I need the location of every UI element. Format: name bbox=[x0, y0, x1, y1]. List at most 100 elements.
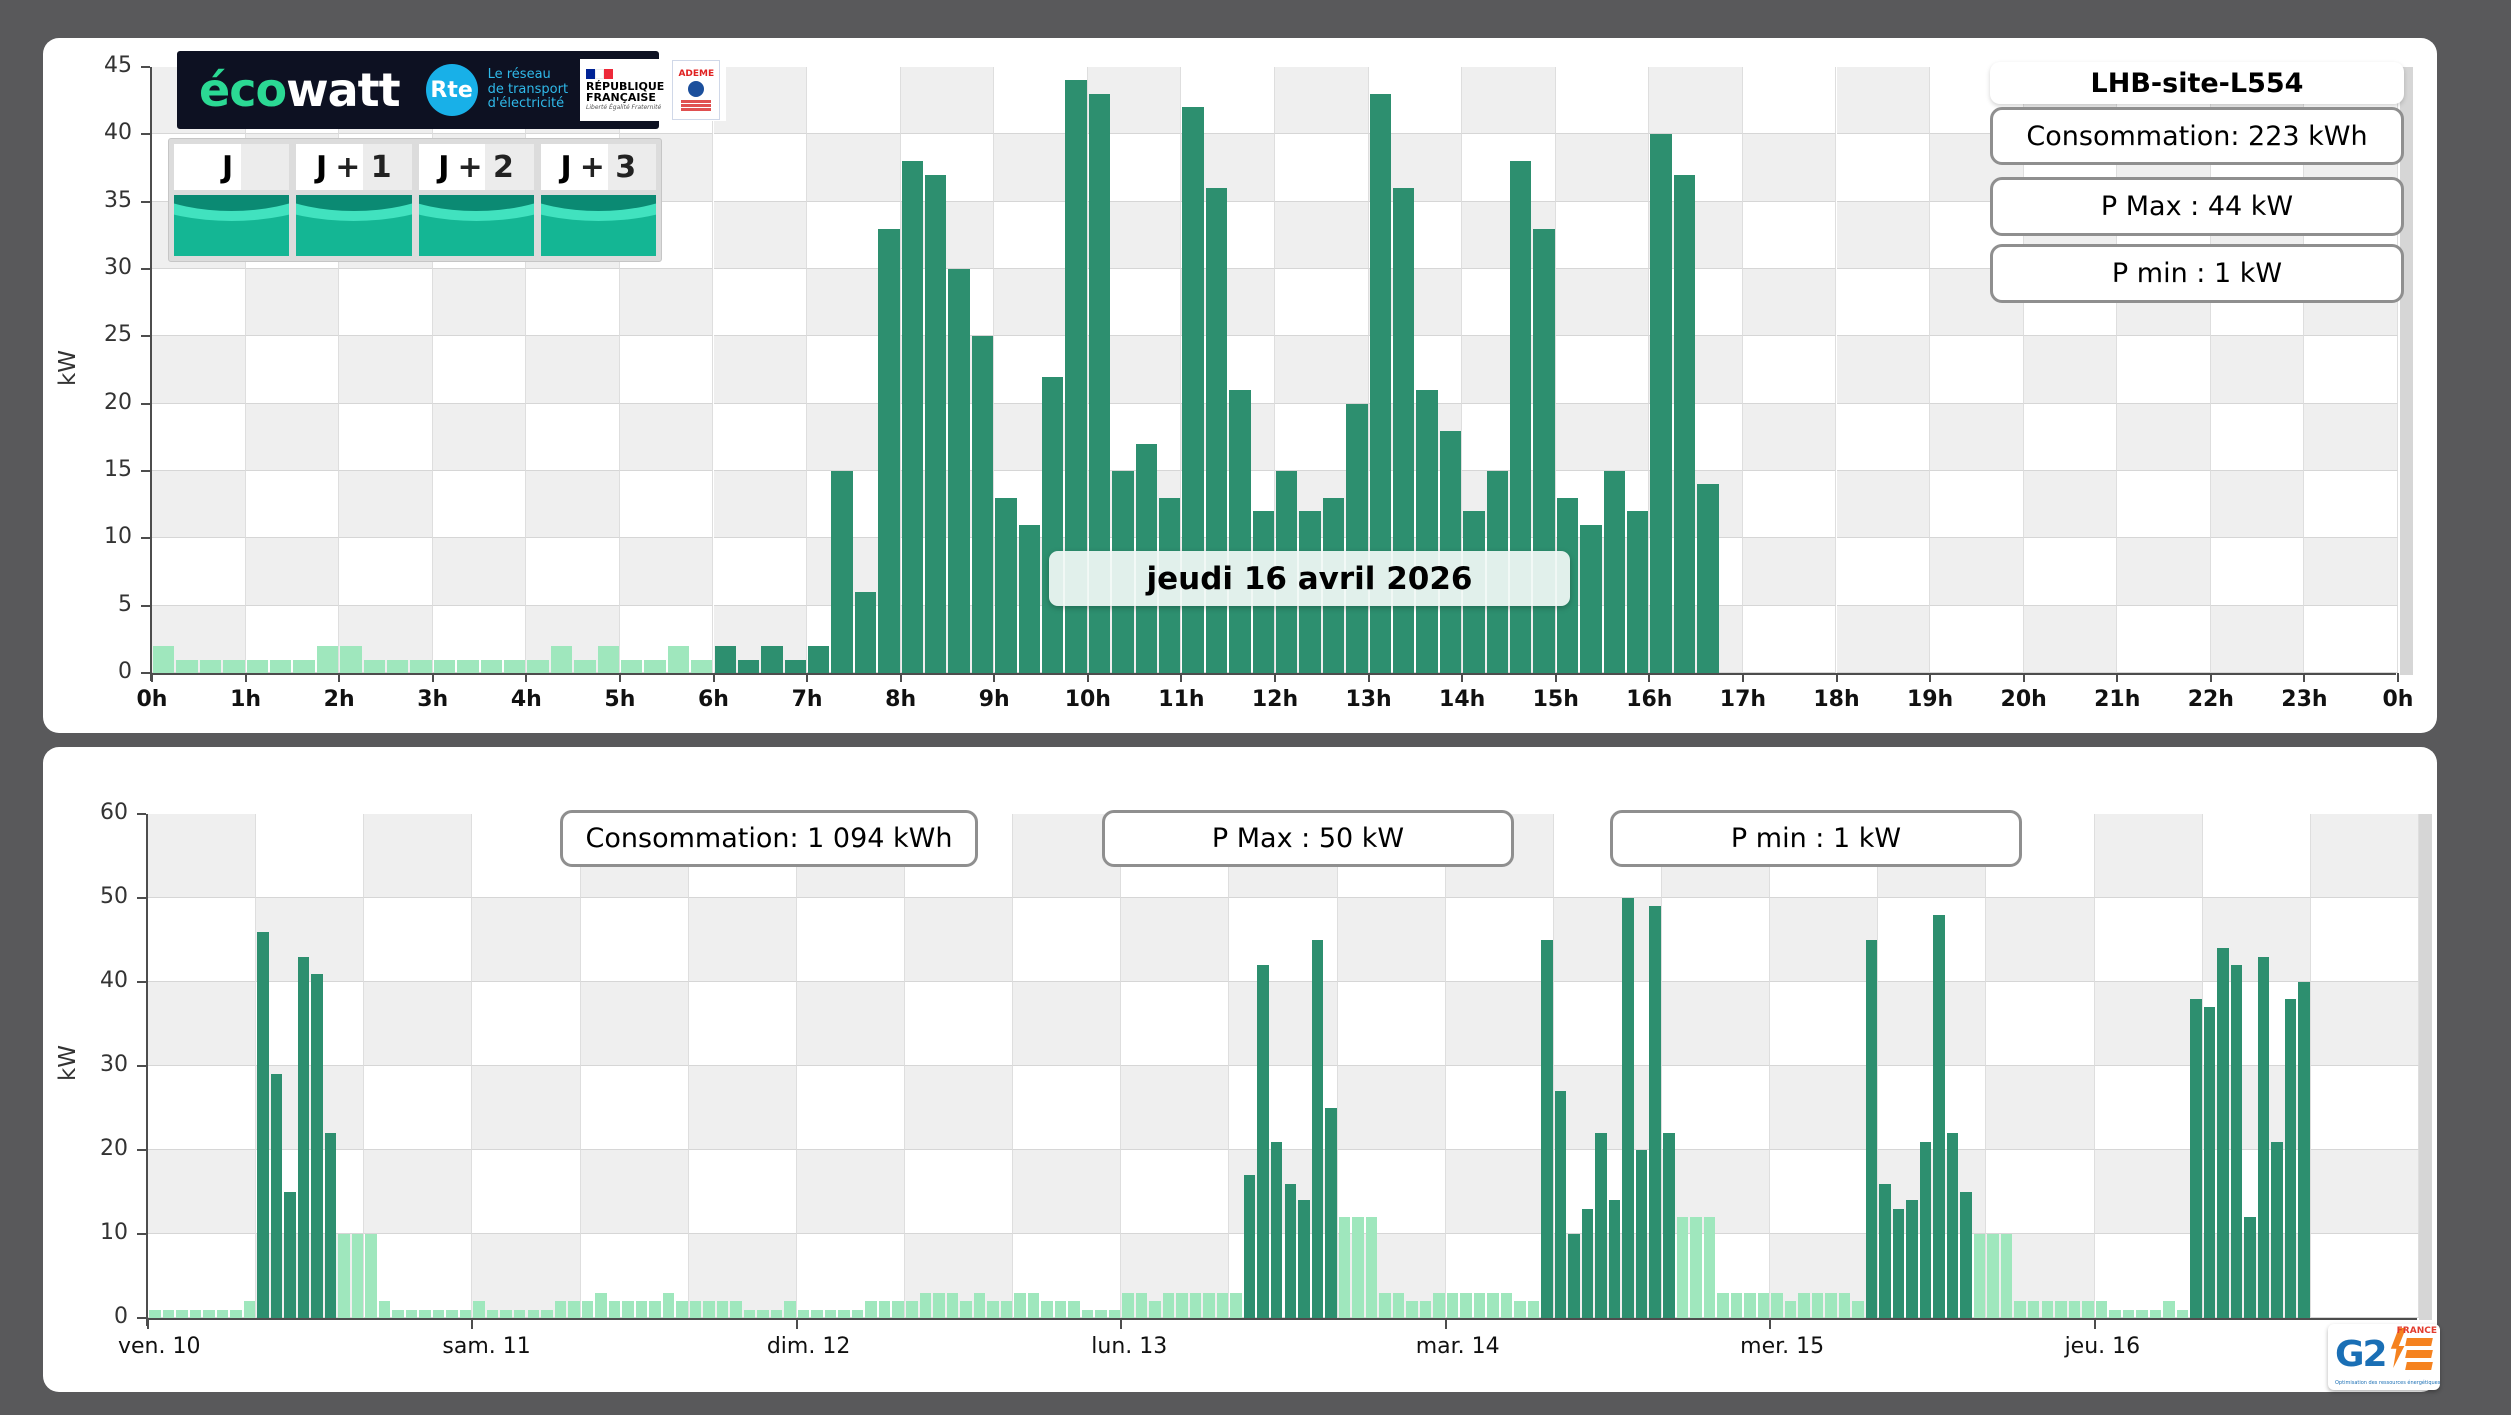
bar bbox=[1825, 1292, 1837, 1318]
bar bbox=[784, 1301, 796, 1318]
day-pmin-badge: P min : 1 kW bbox=[1990, 244, 2404, 303]
bar bbox=[1527, 1301, 1540, 1318]
bar bbox=[365, 1234, 377, 1318]
y-axis-tick bbox=[141, 672, 150, 674]
bar bbox=[500, 1309, 512, 1318]
grid-cell bbox=[1275, 67, 1369, 135]
grid-cell bbox=[2304, 403, 2398, 471]
bar bbox=[1879, 1183, 1891, 1318]
bar bbox=[162, 1309, 175, 1318]
bar bbox=[1581, 1208, 1594, 1318]
rte-logo: Rte bbox=[425, 64, 478, 116]
x-axis-tick bbox=[1769, 1318, 1772, 1329]
grid-cell bbox=[148, 1066, 257, 1150]
bar bbox=[1042, 376, 1064, 673]
grid-cell bbox=[1742, 605, 1837, 673]
grid-cell bbox=[339, 336, 433, 404]
grid-cell bbox=[1986, 898, 2095, 982]
forecast-j-label: J bbox=[560, 149, 572, 185]
forecast-plus-label: + 3 bbox=[579, 149, 637, 185]
ecowatt-banner: écowatt Rte Le réseau de transport d'éle… bbox=[177, 51, 727, 129]
grid-cell bbox=[1742, 538, 1837, 606]
grid-cell bbox=[1445, 982, 1554, 1066]
grid-cell bbox=[432, 403, 527, 471]
x-axis-tick bbox=[1835, 673, 1838, 682]
grid-cell bbox=[2310, 1234, 2419, 1318]
bar bbox=[1500, 1292, 1513, 1318]
grid-cell bbox=[1121, 1066, 1230, 1150]
bar bbox=[405, 1309, 418, 1318]
x-axis-tick bbox=[1929, 673, 1932, 682]
grid-cell bbox=[2094, 1150, 2203, 1234]
grid-cell bbox=[1553, 898, 1662, 982]
bar bbox=[1811, 1292, 1824, 1318]
x-tick-label: 3h bbox=[417, 687, 449, 712]
bar bbox=[293, 659, 315, 673]
grid-cell bbox=[1836, 403, 1931, 471]
bar bbox=[410, 659, 432, 673]
grid-cell bbox=[1121, 1150, 1230, 1234]
grid-cell bbox=[580, 982, 689, 1066]
grid-cell bbox=[1275, 269, 1369, 337]
grid-cell bbox=[796, 898, 905, 982]
grid-cell bbox=[1836, 269, 1931, 337]
bar bbox=[1284, 1183, 1297, 1318]
forecast-button-j3[interactable]: J + 3 bbox=[540, 144, 656, 256]
ademe-logo: ADEME bbox=[672, 60, 721, 120]
x-tick-label: 11h bbox=[1158, 687, 1205, 712]
bar bbox=[797, 1309, 810, 1318]
forecast-button-j1[interactable]: J + 1 bbox=[296, 144, 412, 256]
grid-cell bbox=[1742, 67, 1837, 135]
bar bbox=[1176, 1292, 1188, 1318]
bar bbox=[1568, 1234, 1580, 1318]
forecast-button-j2[interactable]: J + 2 bbox=[418, 144, 534, 256]
bar bbox=[597, 646, 619, 673]
bar bbox=[1838, 1292, 1851, 1318]
grid-cell bbox=[152, 269, 246, 337]
y-axis-tick bbox=[137, 1317, 146, 1319]
x-axis-tick bbox=[1180, 673, 1183, 682]
x-tick-label: 9h bbox=[978, 687, 1010, 712]
bar bbox=[933, 1292, 945, 1318]
grid-cell bbox=[580, 1066, 689, 1150]
bar bbox=[1108, 1309, 1121, 1318]
grid-cell bbox=[1742, 269, 1837, 337]
grid-cell bbox=[2210, 336, 2305, 404]
bar bbox=[737, 659, 760, 673]
y-tick-label: 45 bbox=[104, 53, 132, 78]
grid-cell bbox=[2304, 605, 2398, 673]
grid-cell bbox=[2094, 814, 2203, 898]
week-chart-y-unit: kW bbox=[55, 1044, 82, 1082]
x-tick-label: 8h bbox=[885, 687, 917, 712]
y-axis-tick bbox=[141, 335, 150, 338]
bar bbox=[1906, 1200, 1918, 1318]
ecowatt-forecast-buttons: J J + 1 J + 2 J + 3 bbox=[168, 138, 662, 262]
bar bbox=[1865, 940, 1878, 1318]
grid-cell bbox=[2094, 898, 2203, 982]
x-axis-tick bbox=[244, 673, 247, 682]
grid-cell bbox=[1662, 898, 1771, 982]
grid-cell bbox=[432, 538, 527, 606]
bar bbox=[2149, 1309, 2162, 1318]
x-axis-tick bbox=[2397, 673, 2399, 682]
forecast-button-j[interactable]: J bbox=[174, 144, 290, 256]
bar bbox=[1933, 914, 1945, 1318]
bar bbox=[1379, 1292, 1391, 1318]
y-axis-tick bbox=[137, 981, 146, 983]
bar bbox=[1473, 1292, 1486, 1318]
x-tick-label: 4h bbox=[510, 687, 542, 712]
y-tick-label: 25 bbox=[104, 322, 132, 348]
y-tick-label: 10 bbox=[100, 1220, 128, 1245]
x-tick-label: 5h bbox=[604, 687, 636, 712]
x-tick-label: dim. 12 bbox=[766, 1334, 851, 1359]
x-axis-tick bbox=[1367, 673, 1370, 682]
g2e-tagline: Optimisation des ressources énergétiques bbox=[2335, 1380, 2441, 1386]
grid-cell bbox=[1836, 471, 1931, 539]
republique-motto: Liberté Égalité Fraternité bbox=[586, 103, 662, 111]
bar bbox=[1135, 1292, 1148, 1318]
grid-cell bbox=[472, 1150, 581, 1234]
bar bbox=[1338, 1217, 1351, 1318]
grid-cell bbox=[905, 982, 1014, 1066]
y-axis-tick bbox=[141, 537, 150, 540]
bar bbox=[1622, 898, 1634, 1318]
